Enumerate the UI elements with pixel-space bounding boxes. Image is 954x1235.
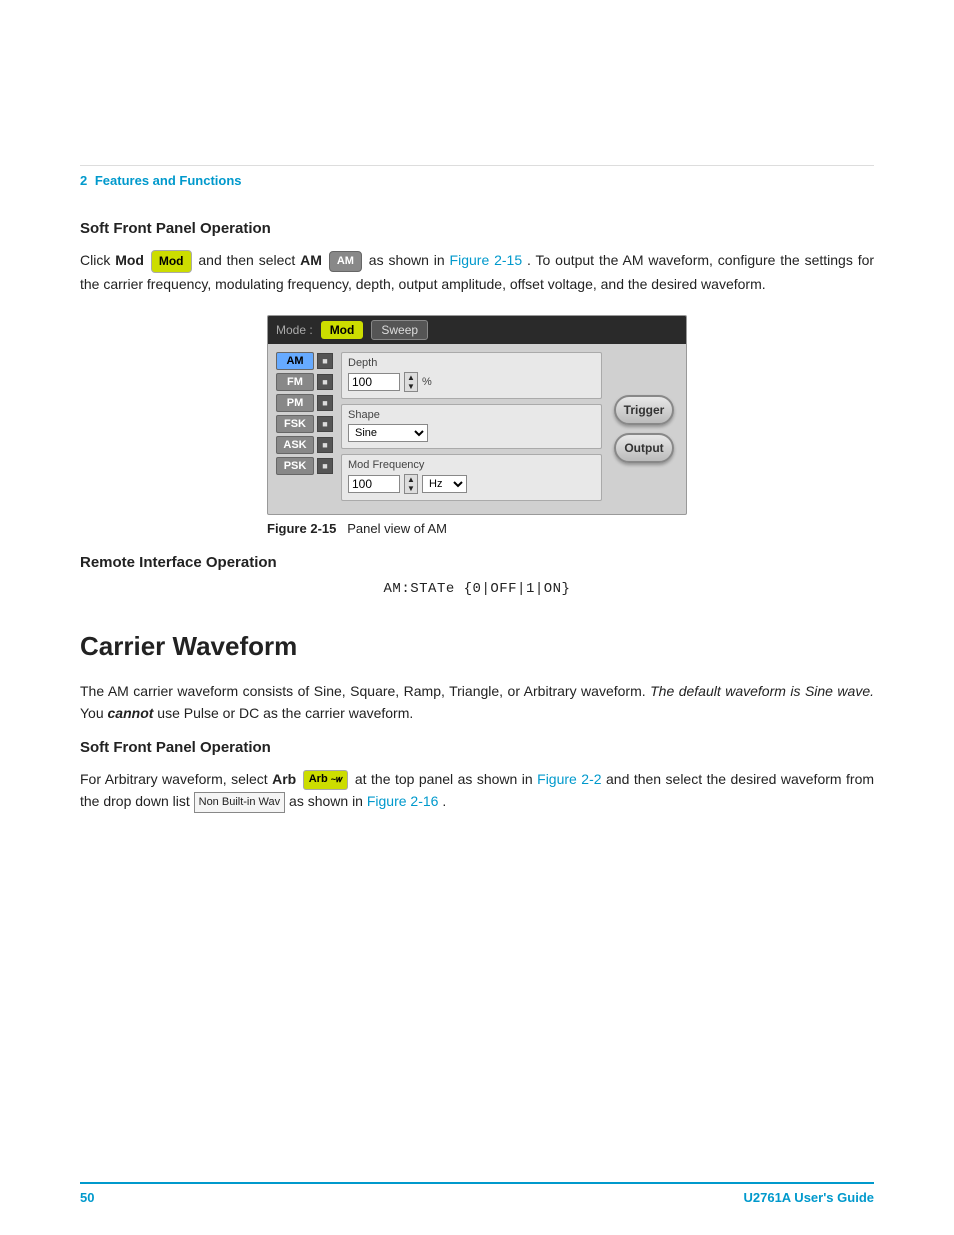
psk-edit-button[interactable]: ■ xyxy=(317,458,333,474)
panel-sweep-button[interactable]: Sweep xyxy=(371,320,428,340)
arb-button-inline: Arb ~𝑤 xyxy=(303,770,349,789)
ask-edit-button[interactable]: ■ xyxy=(317,437,333,453)
cw-para1-cont: You xyxy=(80,705,108,721)
panel-topbar: Mode : Mod Sweep xyxy=(268,316,686,344)
mode-label: Mode : xyxy=(276,323,313,337)
footer-page-number: 50 xyxy=(80,1190,94,1205)
psk-row: PSK ■ xyxy=(276,457,333,475)
mod-freq-down[interactable]: ▼ xyxy=(405,484,417,493)
figure-15-caption-desc: Panel view of AM xyxy=(347,521,447,536)
chapter-number: 2 xyxy=(80,173,87,188)
carrier-waveform-title: Carrier Waveform xyxy=(80,621,874,662)
fsk-edit-button[interactable]: ■ xyxy=(317,416,333,432)
figure-15-container: Mode : Mod Sweep AM ■ FM ■ P xyxy=(80,315,874,536)
pm-row: PM ■ xyxy=(276,394,333,412)
depth-input-row: ▲ ▼ % xyxy=(348,372,595,392)
figure-15-caption: Figure 2-15 Panel view of AM xyxy=(267,521,687,536)
carrier-waveform-para2: For Arbitrary waveform, select Arb Arb ~… xyxy=(80,768,874,813)
soft-front-panel-heading-2: Soft Front Panel Operation xyxy=(80,739,874,756)
mode-column: AM ■ FM ■ PM ■ FSK ■ xyxy=(276,352,333,506)
psk-mode-button[interactable]: PSK xyxy=(276,457,314,475)
depth-input[interactable] xyxy=(348,373,400,391)
mod-freq-label: Mod Frequency xyxy=(348,459,595,471)
figure-15-label: Figure 2-15 xyxy=(267,521,336,536)
depth-label: Depth xyxy=(348,357,595,369)
para-mid: and then select xyxy=(198,252,300,268)
carrier-waveform-para1: The AM carrier waveform consists of Sine… xyxy=(80,680,874,725)
ask-mode-button[interactable]: ASK xyxy=(276,436,314,454)
am-mode-button[interactable]: AM xyxy=(276,352,314,370)
shape-select[interactable]: Sine xyxy=(348,424,428,442)
mod-freq-unit-select[interactable]: Hz kHz xyxy=(422,475,467,493)
depth-unit: % xyxy=(422,376,432,388)
mod-button-inline: Mod xyxy=(151,250,192,273)
cw-para1-italic: The default waveform is Sine wave. xyxy=(650,683,874,699)
cw-para2-mid: at the top panel as shown in xyxy=(355,771,537,787)
dropdown-inline-label: Non Built-in Wav xyxy=(194,792,286,814)
fsk-row: FSK ■ xyxy=(276,415,333,433)
right-column: Trigger Output xyxy=(610,352,678,506)
cw-para2-final: . xyxy=(442,793,446,809)
figure-15-caption-text xyxy=(340,521,344,536)
depth-down[interactable]: ▼ xyxy=(405,382,417,391)
mod-freq-input-row: ▲ ▼ Hz kHz xyxy=(348,474,595,494)
main-content: Soft Front Panel Operation Click Mod Mod… xyxy=(80,220,874,827)
para-after: as shown in xyxy=(369,252,450,268)
footer-guide-title: U2761A User's Guide xyxy=(743,1190,874,1205)
mod-text: Mod xyxy=(115,252,144,268)
fm-edit-button[interactable]: ■ xyxy=(317,374,333,390)
shape-input-row: Sine xyxy=(348,424,595,442)
panel-mod-button[interactable]: Mod xyxy=(321,321,364,339)
soft-front-panel-heading-1: Soft Front Panel Operation xyxy=(80,220,874,237)
pm-edit-button[interactable]: ■ xyxy=(317,395,333,411)
fm-row: FM ■ xyxy=(276,373,333,391)
am-row: AM ■ xyxy=(276,352,333,370)
footer: 50 U2761A User's Guide xyxy=(80,1182,874,1205)
depth-group: Depth ▲ ▼ % xyxy=(341,352,602,399)
mod-freq-group: Mod Frequency ▲ ▼ Hz kHz xyxy=(341,454,602,501)
center-column: Depth ▲ ▼ % Shape xyxy=(341,352,602,506)
remote-code: AM:STATe {0|OFF|1|ON} xyxy=(80,581,874,597)
top-rule xyxy=(80,165,874,166)
panel-body: AM ■ FM ■ PM ■ FSK ■ xyxy=(268,344,686,514)
breadcrumb-label: Features and Functions xyxy=(95,173,242,188)
fsk-mode-button[interactable]: FSK xyxy=(276,415,314,433)
output-button[interactable]: Output xyxy=(614,433,674,463)
mod-freq-up[interactable]: ▲ xyxy=(405,475,417,484)
pm-mode-button[interactable]: PM xyxy=(276,394,314,412)
shape-label: Shape xyxy=(348,409,595,421)
am-button-inline: AM xyxy=(329,251,362,272)
trigger-button[interactable]: Trigger xyxy=(614,395,674,425)
figure-2-2-link[interactable]: Figure 2-2 xyxy=(537,771,601,787)
mod-freq-spinner[interactable]: ▲ ▼ xyxy=(404,474,418,494)
para-before-mod: Click xyxy=(80,252,115,268)
depth-spinner[interactable]: ▲ ▼ xyxy=(404,372,418,392)
intro-paragraph: Click Mod Mod and then select AM AM as s… xyxy=(80,249,874,295)
ask-row: ASK ■ xyxy=(276,436,333,454)
remote-interface-heading: Remote Interface Operation xyxy=(80,554,874,571)
arb-text: Arb xyxy=(272,771,296,787)
am-edit-button[interactable]: ■ xyxy=(317,353,333,369)
figure-15-link-1[interactable]: Figure 2-15 xyxy=(450,252,523,268)
shape-group: Shape Sine xyxy=(341,404,602,449)
breadcrumb: 2 Features and Functions xyxy=(80,173,242,188)
mod-freq-input[interactable] xyxy=(348,475,400,493)
cw-para1-end: use Pulse or DC as the carrier waveform. xyxy=(157,705,413,721)
cw-para2-start: For Arbitrary waveform, select xyxy=(80,771,272,787)
cw-para1-main: The AM carrier waveform consists of Sine… xyxy=(80,683,646,699)
cw-cannot: cannot xyxy=(108,705,154,721)
cw-para2-end: as shown in xyxy=(289,793,367,809)
am-text: AM xyxy=(300,252,322,268)
figure-2-16-link[interactable]: Figure 2-16 xyxy=(367,793,439,809)
depth-up[interactable]: ▲ xyxy=(405,373,417,382)
panel-ui: Mode : Mod Sweep AM ■ FM ■ P xyxy=(267,315,687,515)
fm-mode-button[interactable]: FM xyxy=(276,373,314,391)
